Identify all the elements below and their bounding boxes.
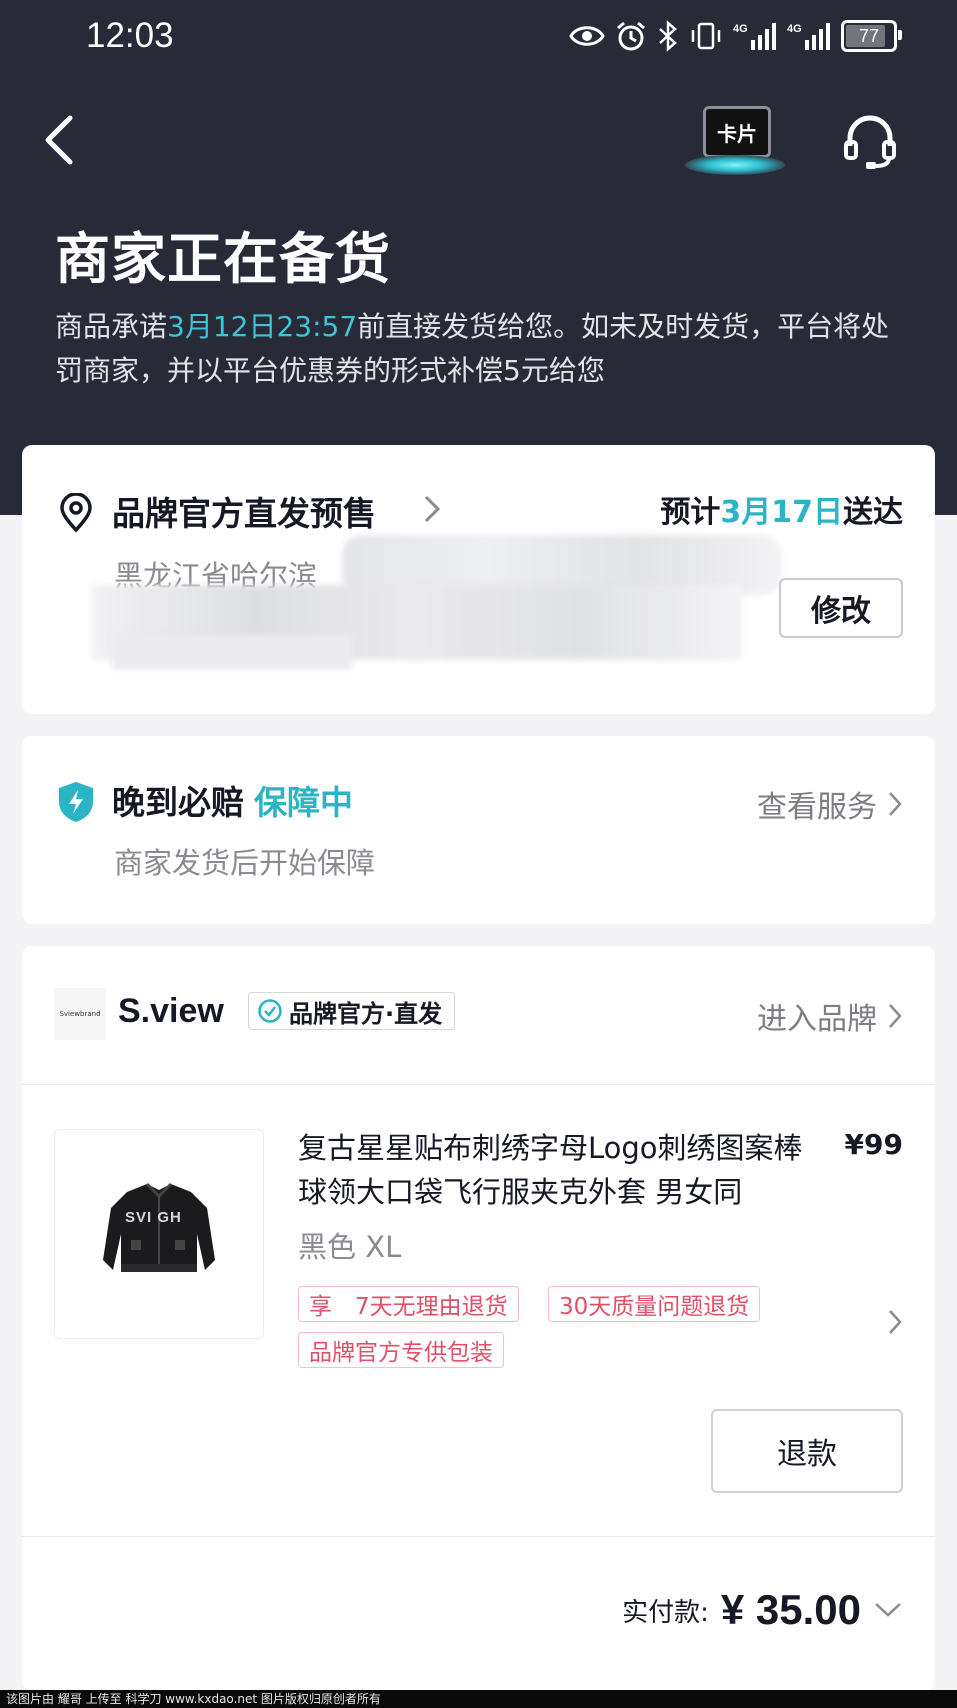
- status-icons: 4G 4G 77: [569, 16, 902, 56]
- refund-button[interactable]: 退款: [711, 1409, 903, 1493]
- eta-suffix: 送达: [843, 495, 903, 530]
- status-bar: 12:03 4G 4G 77: [0, 0, 957, 74]
- battery-indicator: 77: [841, 20, 902, 52]
- eta-date: 3月17日: [720, 495, 843, 530]
- product-variant: 黑色 XL: [298, 1230, 402, 1264]
- promise-text-before: 商品承诺: [55, 310, 168, 343]
- vibrate-icon: [691, 22, 721, 50]
- back-button[interactable]: [40, 112, 90, 172]
- product-title[interactable]: 复古星星贴布刺绣字母Logo刺绣图案棒球领大口袋飞行服夹克外套 男女同: [298, 1126, 818, 1214]
- chevron-right-icon: [889, 1004, 902, 1028]
- bluetooth-icon: [659, 20, 677, 52]
- jacket-image: SVI GH: [103, 1182, 215, 1272]
- total-label: 实付款:: [622, 1597, 709, 1628]
- divider: [22, 1084, 935, 1085]
- product-image[interactable]: SVI GH: [54, 1129, 264, 1339]
- total-amount: ¥ 35.00: [720, 1586, 861, 1633]
- card-glow: [685, 155, 785, 175]
- enter-brand-label: 进入品牌: [757, 1002, 877, 1037]
- guarantee-subtitle: 商家发货后开始保障: [114, 846, 376, 880]
- status-time: 12:03: [86, 16, 174, 55]
- shipping-promise: 商品承诺3月12日23:57前直接发货给您。如未及时发货，平台将处罚商家，并以平…: [55, 305, 915, 393]
- location-pin-icon: [60, 493, 92, 533]
- shield-lightning-icon: [59, 782, 93, 822]
- order-card: Sviewbrand S.view 品牌官方·直发 进入品牌 SVI GH 复古…: [22, 946, 935, 1691]
- modify-address-button[interactable]: 修改: [779, 578, 903, 638]
- divider: [22, 1536, 935, 1537]
- product-price: ¥99: [844, 1128, 903, 1161]
- brand-name[interactable]: S.view: [118, 992, 224, 1031]
- image-watermark: 该图片由 耀哥 上传至 科学刀 www.kxdao.net 图片版权归原创者所有: [0, 1690, 957, 1708]
- late-compensation-card: 晚到必赔 保障中 商家发货后开始保障 查看服务: [22, 736, 935, 924]
- phone-redaction: [112, 635, 352, 670]
- total-payment[interactable]: 实付款: ¥ 35.00: [622, 1586, 903, 1634]
- card-button[interactable]: 卡片: [685, 103, 785, 183]
- chevron-right-icon[interactable]: [422, 493, 442, 525]
- chevron-right-icon[interactable]: [887, 1308, 903, 1336]
- service-tag: 品牌官方专供包装: [298, 1332, 504, 1368]
- address-card: 品牌官方直发预售 预计3月17日送达 黑龙江省哈尔滨 修改: [22, 445, 935, 714]
- brand-official-badge: 品牌官方·直发: [248, 992, 456, 1030]
- guarantee-status: 保障中: [254, 783, 353, 822]
- estimated-delivery: 预计3月17日送达: [660, 487, 903, 531]
- brand-badge-label: 品牌官方·直发: [289, 999, 443, 1028]
- customer-service-button[interactable]: [842, 112, 902, 177]
- eye-icon: [569, 26, 605, 46]
- promise-deadline: 3月12日23:57: [167, 310, 358, 343]
- brand-logo[interactable]: Sviewbrand: [54, 988, 106, 1040]
- enter-brand-link[interactable]: 进入品牌: [757, 994, 903, 1038]
- view-service-label: 查看服务: [757, 790, 877, 825]
- delivery-method-title[interactable]: 品牌官方直发预售: [112, 487, 376, 535]
- service-tag: 享 7天无理由退货: [298, 1286, 519, 1322]
- service-tag: 30天质量问题退货: [548, 1286, 761, 1322]
- signal-4g-icon: 4G: [787, 23, 830, 50]
- signal-4g-icon: 4G: [733, 23, 776, 50]
- svg-text:SVI GH: SVI GH: [125, 1209, 182, 1226]
- alarm-icon: [617, 21, 645, 51]
- chevron-right-icon: [889, 792, 902, 816]
- page-title: 商家正在备货: [55, 227, 392, 291]
- verified-check-icon: [258, 999, 282, 1023]
- eta-prefix: 预计: [660, 495, 721, 530]
- back-icon: [45, 115, 73, 165]
- svg-text:4G: 4G: [787, 23, 802, 35]
- card-label: 卡片: [703, 106, 771, 158]
- guarantee-name: 晚到必赔: [112, 783, 244, 822]
- guarantee-title: 晚到必赔 保障中: [112, 776, 353, 824]
- battery-level: 77: [858, 25, 880, 46]
- svg-text:4G: 4G: [733, 23, 748, 35]
- chevron-down-icon: [875, 1603, 901, 1617]
- view-service-link[interactable]: 查看服务: [757, 782, 903, 826]
- headset-icon: [844, 115, 896, 169]
